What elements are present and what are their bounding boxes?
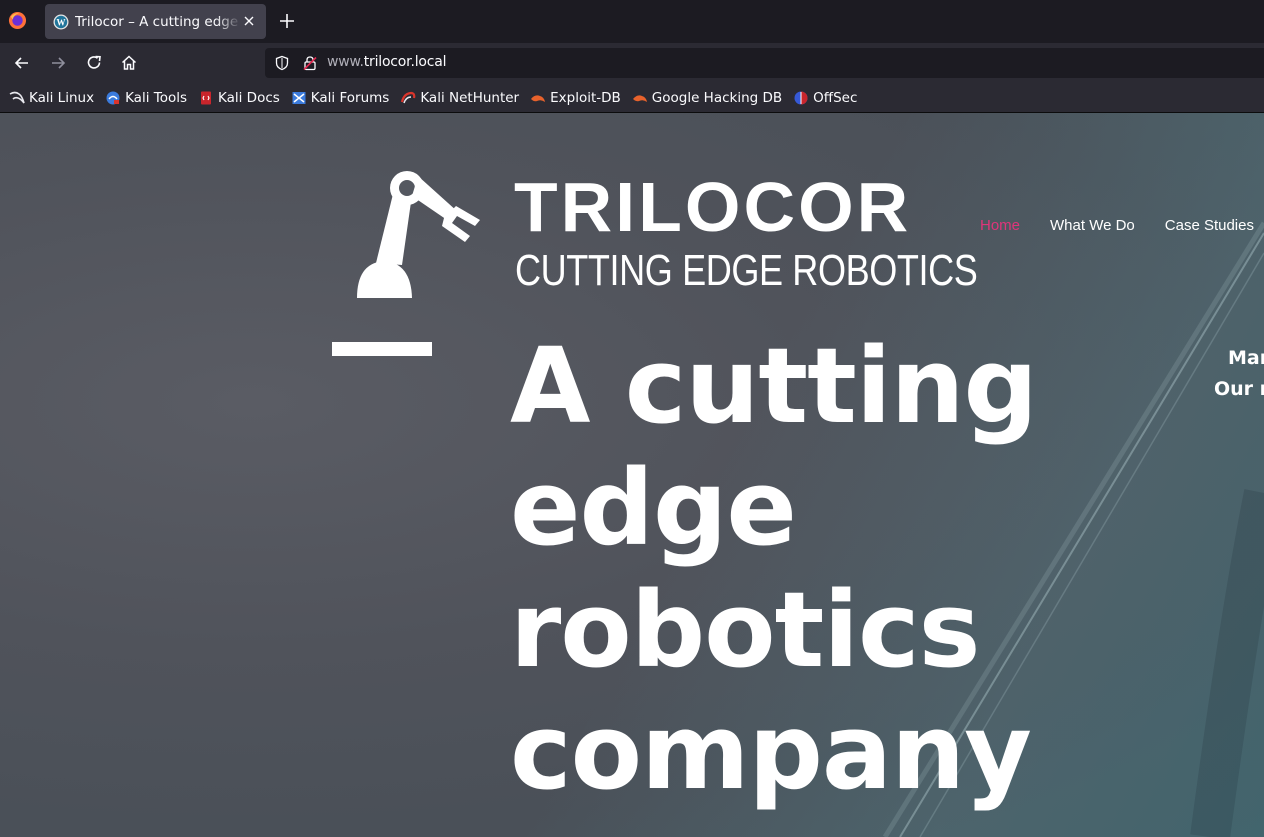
bookmark-google-hacking-db[interactable]: Google Hacking DB [632, 90, 782, 106]
home-icon[interactable] [119, 53, 139, 73]
side-text-line-1: Mar [1228, 347, 1264, 369]
bookmark-exploit-db[interactable]: Exploit-DB [530, 90, 621, 106]
kali-forums-icon [292, 91, 306, 104]
bookmark-label: Google Hacking DB [651, 89, 783, 106]
hero-title: A cutting edge robotics company [510, 325, 1038, 813]
bookmark-label: Kali Docs [218, 89, 280, 106]
url-text[interactable]: www.trilocor.local [327, 54, 447, 70]
hero-side-text: Mar Our r [1214, 343, 1264, 405]
firefox-icon[interactable] [8, 11, 27, 30]
active-tab[interactable]: W Trilocor – A cutting edge robotics com… [45, 4, 266, 39]
wordpress-icon: W [53, 14, 69, 29]
address-bar[interactable]: www.trilocor.local [265, 48, 1264, 78]
side-text-line-2: Our r [1214, 378, 1264, 400]
kali-dragon-icon [9, 91, 25, 103]
offsec-icon [794, 91, 808, 104]
close-tab-icon[interactable] [241, 13, 257, 29]
bookmark-label: Kali Linux [29, 89, 95, 106]
bookmark-label: Exploit-DB [550, 89, 621, 106]
brand-name: TRILOCOR [514, 168, 912, 246]
new-tab-icon[interactable] [278, 12, 296, 30]
bookmark-label: Kali NetHunter [420, 89, 520, 106]
bookmarks-toolbar: Kali Linux Kali Tools Kali Docs Kali For… [0, 83, 1264, 113]
tab-bar: W Trilocor – A cutting edge robotics com… [0, 0, 1264, 43]
insecure-lock-icon[interactable] [302, 55, 318, 71]
forward-icon[interactable] [48, 53, 68, 73]
bookmark-offsec[interactable]: OffSec [793, 90, 857, 106]
brand-tagline: CUTTING EDGE ROBOTICS [515, 246, 978, 295]
reload-icon[interactable] [84, 53, 104, 73]
url-domain: trilocor.local [363, 54, 447, 70]
menu-item-what-we-do[interactable]: What We Do [1050, 217, 1135, 234]
primary-menu: Home What We Do Case Studies [980, 217, 1264, 234]
ghdb-icon [632, 94, 647, 102]
bookmark-kali-forums[interactable]: Kali Forums [291, 89, 390, 106]
tracking-protection-icon[interactable] [274, 55, 290, 71]
web-page: TRILOCOR CUTTING EDGE ROBOTICS Home What… [0, 113, 1264, 837]
kali-tools-icon [106, 91, 120, 104]
navigation-toolbar: www.trilocor.local [0, 43, 1264, 83]
hero-accent-bar [332, 342, 432, 356]
bookmark-label: OffSec [813, 89, 858, 106]
bookmark-kali-linux[interactable]: Kali Linux [9, 90, 94, 106]
bookmark-kali-docs[interactable]: Kali Docs [198, 90, 280, 106]
bookmark-kali-tools[interactable]: Kali Tools [105, 90, 187, 106]
url-prefix: www. [327, 54, 364, 70]
tab-title: Trilocor – A cutting edge robotics compa… [75, 13, 241, 30]
kali-nethunter-icon [401, 91, 416, 103]
bookmark-label: Kali Forums [310, 89, 390, 106]
back-icon[interactable] [12, 53, 32, 73]
kali-docs-icon [201, 91, 211, 104]
menu-item-case-studies[interactable]: Case Studies [1165, 217, 1254, 234]
bookmark-kali-nethunter[interactable]: Kali NetHunter [400, 90, 519, 106]
exploit-db-icon [531, 94, 546, 102]
menu-item-home[interactable]: Home [980, 217, 1020, 234]
svg-text:W: W [57, 17, 66, 27]
bookmark-label: Kali Tools [125, 89, 187, 106]
robot-arm-logo [357, 171, 480, 298]
